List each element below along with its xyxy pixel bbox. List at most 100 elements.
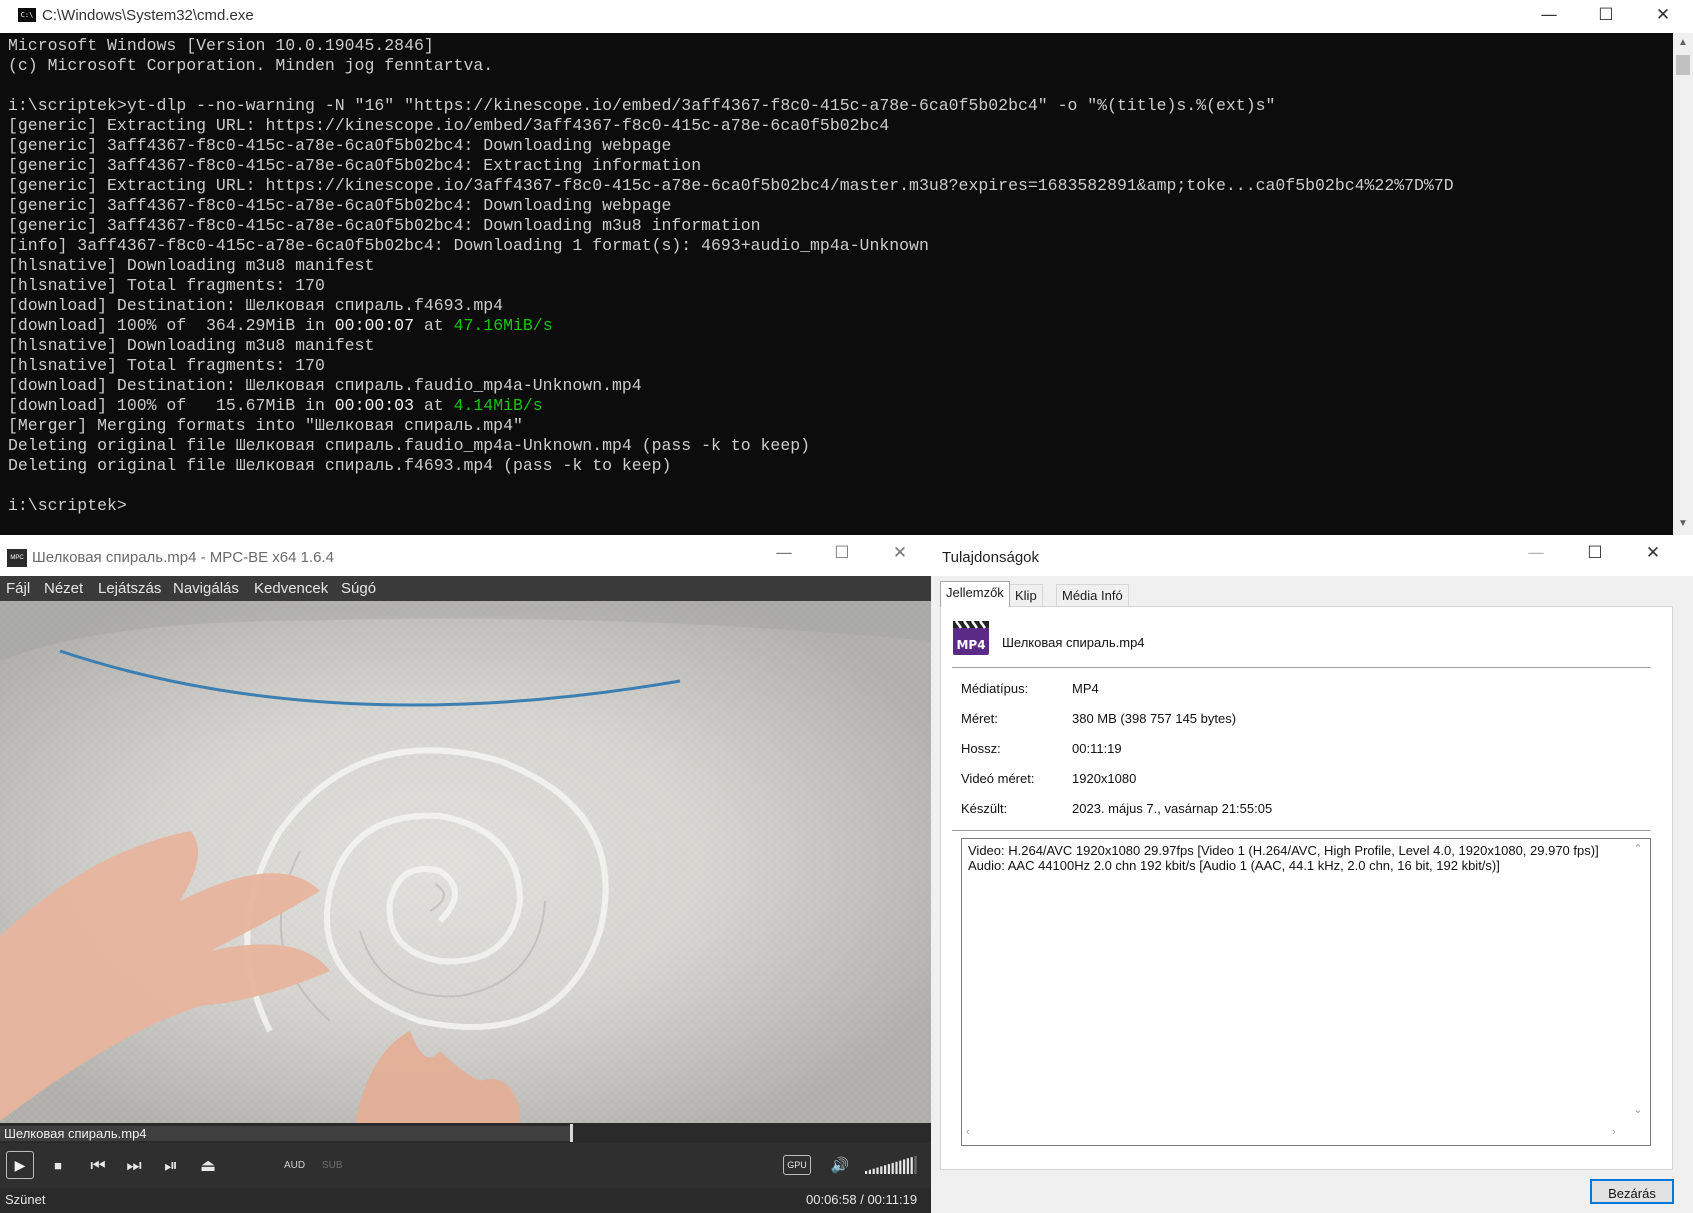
stop-button[interactable]: ■ — [44, 1152, 72, 1180]
cmd-line: Deleting original file Шелковая спираль.… — [8, 436, 811, 455]
field-value-keszult: 2023. május 7., vasárnap 21:55:05 — [1072, 801, 1273, 816]
cmd-line: i:\scriptek> — [8, 496, 127, 515]
separator — [952, 667, 1651, 668]
properties-title: Tulajdonságok — [942, 549, 1040, 566]
cmd-line: [generic] 3aff4367-f8c0-415c-a78e-6ca0f5… — [8, 156, 702, 175]
mpc-minimize-button[interactable]: — — [755, 538, 813, 571]
gpu-button[interactable]: GPU — [783, 1155, 811, 1175]
volume-bar — [880, 1166, 883, 1174]
tab-klip[interactable]: Klip — [1009, 584, 1043, 607]
cmd-line — [8, 76, 1668, 96]
media-info-textbox[interactable] — [961, 838, 1651, 1146]
mp4-clapper-icon: MP4 — [953, 620, 989, 655]
cmd-line: [download] Destination: Шелковая спираль… — [8, 296, 504, 315]
volume-bar — [903, 1159, 906, 1174]
cmd-console-icon: C:\ — [18, 8, 36, 22]
cmd-close-button[interactable]: ✕ — [1634, 0, 1692, 33]
field-value-meret: 380 MB (398 757 145 bytes) — [1072, 711, 1237, 726]
cmd-line: [download] Destination: Шелковая спираль… — [8, 376, 642, 395]
mpc-close-button[interactable]: ✕ — [871, 538, 929, 571]
mpc-seek-handle[interactable] — [569, 1124, 573, 1142]
field-label-meret: Méret: — [961, 711, 998, 726]
cmd-line: [hlsnative] Downloading m3u8 manifest — [8, 256, 375, 275]
cmd-window-title: C:\Windows\System32\cmd.exe — [42, 7, 254, 24]
frame-step-button[interactable]: ⏯ — [157, 1152, 185, 1180]
properties-minimize-button[interactable]: — — [1507, 538, 1565, 571]
cmd-line: [generic] 3aff4367-f8c0-415c-a78e-6ca0f5… — [8, 216, 761, 235]
cmd-scroll-down-icon[interactable]: ▼ — [1673, 515, 1693, 533]
cmd-scroll-thumb[interactable] — [1676, 55, 1690, 75]
cmd-text-lines: Microsoft Windows [Version 10.0.19045.28… — [8, 36, 1668, 516]
scroll-up-icon[interactable]: ⌃ — [1628, 842, 1648, 855]
cmd-line: [hlsnative] Total fragments: 170 — [8, 356, 325, 375]
properties-file-name: Шелковая спираль.mp4 — [1002, 635, 1145, 650]
cmd-minimize-button[interactable]: — — [1520, 0, 1578, 33]
volume-slider[interactable] — [865, 1156, 919, 1174]
previous-button[interactable]: ⏮ — [84, 1152, 112, 1180]
field-label-hossz: Hossz: — [961, 741, 1001, 756]
scroll-down-icon[interactable]: ⌄ — [1628, 1103, 1648, 1116]
mpc-be-clapper-icon: MPC — [7, 549, 27, 567]
textbox-horizontal-scrollbar[interactable] — [962, 1124, 1628, 1143]
bezaras-button[interactable]: Bezárás — [1590, 1179, 1674, 1204]
volume-bar — [865, 1171, 868, 1174]
play-button[interactable]: ▶ — [6, 1151, 34, 1179]
eject-button[interactable]: ⏏ — [194, 1152, 222, 1180]
playback-time: 00:06:58 / 00:11:19 — [806, 1192, 918, 1207]
menu-sugo[interactable]: Súgó — [341, 580, 376, 597]
menu-fajl[interactable]: Fájl — [6, 580, 30, 597]
scroll-right-icon[interactable]: › — [1612, 1126, 1616, 1138]
menu-nezet[interactable]: Nézet — [44, 580, 83, 597]
cmd-line: [info] 3aff4367-f8c0-415c-a78e-6ca0f5b02… — [8, 236, 929, 255]
download-duration: 00:00:03 — [334, 396, 414, 415]
video-frame[interactable] — [0, 601, 931, 1123]
mpc-window-title: Шелковая спираль.mp4 - MPC-BE x64 1.6.4 — [32, 549, 334, 566]
cmd-line: [hlsnative] Total fragments: 170 — [8, 276, 325, 295]
download-at: at — [413, 316, 454, 335]
volume-bar — [887, 1164, 890, 1174]
cmd-line — [8, 476, 1668, 496]
field-value-mediatipus: MP4 — [1072, 681, 1099, 696]
tab-jellemzok[interactable]: Jellemzők — [940, 581, 1010, 607]
audio-track-button[interactable]: AUD — [284, 1160, 305, 1171]
menu-navigalas[interactable]: Navigálás — [173, 580, 239, 597]
media-info-video-line: Video: H.264/AVC 1920x1080 29.97fps [Vid… — [968, 843, 1599, 858]
properties-maximize-button[interactable]: ☐ — [1566, 538, 1624, 571]
cmd-line: i:\scriptek>yt-dlp --no-warning -N "16" … — [8, 96, 1276, 115]
volume-bar — [910, 1157, 913, 1174]
cmd-scrollbar[interactable] — [1673, 33, 1693, 535]
menu-kedvencek[interactable]: Kedvencek — [254, 580, 328, 597]
separator — [952, 830, 1651, 831]
field-label-video-meret: Videó méret: — [961, 771, 1035, 786]
download-speed: 4.14MiB/s — [453, 396, 543, 415]
cmd-line: Microsoft Windows [Version 10.0.19045.28… — [8, 36, 434, 55]
cmd-titlebar[interactable] — [0, 0, 1693, 33]
volume-bar — [899, 1160, 902, 1174]
volume-bar — [891, 1162, 894, 1174]
volume-bar — [914, 1156, 917, 1174]
scroll-left-icon[interactable]: ‹ — [966, 1126, 970, 1138]
download-prefix: [download] 100% of 15.67MiB in — [8, 396, 335, 415]
cmd-line: Deleting original file Шелковая спираль.… — [8, 456, 672, 475]
mpc-maximize-button[interactable]: ☐ — [813, 538, 871, 571]
subtitle-button[interactable]: SUB — [322, 1160, 343, 1171]
properties-close-button[interactable]: ✕ — [1624, 538, 1682, 571]
cmd-line: [download] 100% of 15.67MiB in 00:00:03 … — [8, 396, 1668, 416]
download-prefix: [download] 100% of 364.29MiB in — [8, 316, 335, 335]
menu-lejatszas[interactable]: Lejátszás — [98, 580, 161, 597]
field-value-video-meret: 1920x1080 — [1072, 771, 1137, 786]
volume-bar — [872, 1168, 875, 1174]
media-info-audio-line: Audio: AAC 44100Hz 2.0 chn 192 kbit/s [A… — [968, 858, 1500, 873]
video-silk-spiral-image — [0, 601, 931, 1123]
field-value-hossz: 00:11:19 — [1072, 741, 1122, 756]
volume-bar — [868, 1169, 871, 1174]
cmd-maximize-button[interactable]: ☐ — [1577, 0, 1635, 33]
textbox-vertical-scrollbar[interactable] — [1628, 839, 1648, 1123]
mp4-icon-label: MP4 — [956, 638, 985, 652]
volume-icon[interactable]: 🔊 — [826, 1152, 854, 1180]
volume-bar — [884, 1165, 887, 1174]
volume-bar — [876, 1167, 879, 1174]
next-button[interactable]: ⏭ — [120, 1152, 148, 1180]
cmd-scroll-up-icon[interactable]: ▲ — [1673, 34, 1693, 52]
tab-media-info[interactable]: Média Infó — [1056, 584, 1129, 607]
